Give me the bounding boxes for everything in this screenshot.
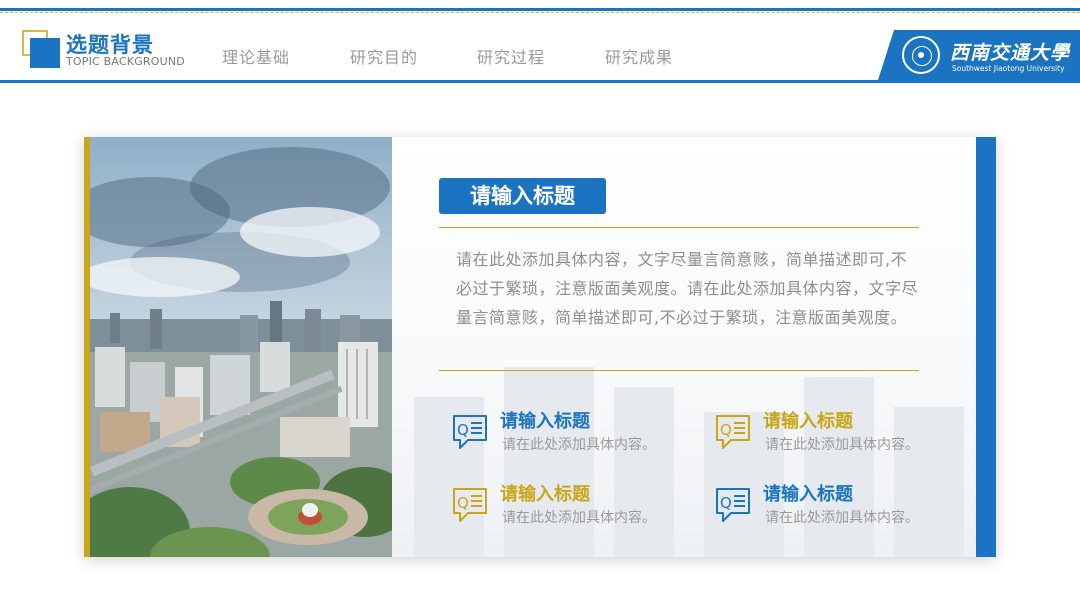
main-title-pill[interactable]: 请输入标题 [439, 178, 606, 214]
nav-active-subtitle: TOPIC BACKGROUND [66, 55, 185, 68]
title-divider [439, 227, 919, 228]
qa-chat-icon: Q [716, 415, 750, 449]
card-blue-accent-bar [976, 137, 996, 557]
svg-text:Q: Q [457, 494, 469, 512]
feature-desc: 请在此处添加具体内容。 [765, 437, 919, 453]
feature-desc: 请在此处添加具体内容。 [502, 437, 656, 453]
feature-title: 请输入标题 [763, 411, 853, 432]
university-name-en: Southwest Jiaotong University [952, 64, 1065, 73]
nav-item-purpose[interactable]: 研究目的 [350, 44, 418, 68]
university-seal-icon [902, 36, 940, 74]
card-gold-accent-bar [84, 137, 90, 557]
header-dashed-line [0, 12, 1080, 13]
main-paragraph: 请在此处添加具体内容，文字尽量言简意赅，简单描述即可,不必过于繁琐，注意版面美观… [456, 250, 919, 327]
qa-chat-icon: Q [453, 415, 487, 449]
feature-item[interactable]: Q 请输入标题 请在此处添加具体内容。 [450, 407, 670, 457]
svg-text:Q: Q [720, 421, 732, 439]
university-name: 西南交通大學 [950, 42, 1071, 64]
svg-text:Q: Q [457, 421, 469, 439]
header-top-line [0, 8, 1080, 11]
qa-chat-icon: Q [716, 488, 750, 522]
feature-item[interactable]: Q 请输入标题 请在此处添加具体内容。 [450, 480, 670, 530]
nav-item-results[interactable]: 研究成果 [605, 44, 673, 68]
nav-item-theory[interactable]: 理论基础 [222, 44, 290, 68]
city-photo [90, 137, 392, 557]
feature-title: 请输入标题 [500, 484, 590, 505]
content-card: 请输入标题 请在此处添加具体内容，文字尽量言简意赅，简单描述即可,不必过于繁琐，… [84, 137, 996, 557]
svg-text:Q: Q [720, 494, 732, 512]
feature-item[interactable]: Q 请输入标题 请在此处添加具体内容。 [713, 407, 933, 457]
header-bottom-line [0, 80, 1080, 83]
feature-title: 请输入标题 [500, 411, 590, 432]
qa-chat-icon: Q [453, 488, 487, 522]
feature-desc: 请在此处添加具体内容。 [502, 510, 656, 526]
section-square-icon [30, 38, 60, 68]
feature-item[interactable]: Q 请输入标题 请在此处添加具体内容。 [713, 480, 933, 530]
nav-item-process[interactable]: 研究过程 [477, 44, 545, 68]
paragraph-divider [439, 370, 919, 371]
feature-desc: 请在此处添加具体内容。 [765, 510, 919, 526]
feature-title: 请输入标题 [763, 484, 853, 505]
